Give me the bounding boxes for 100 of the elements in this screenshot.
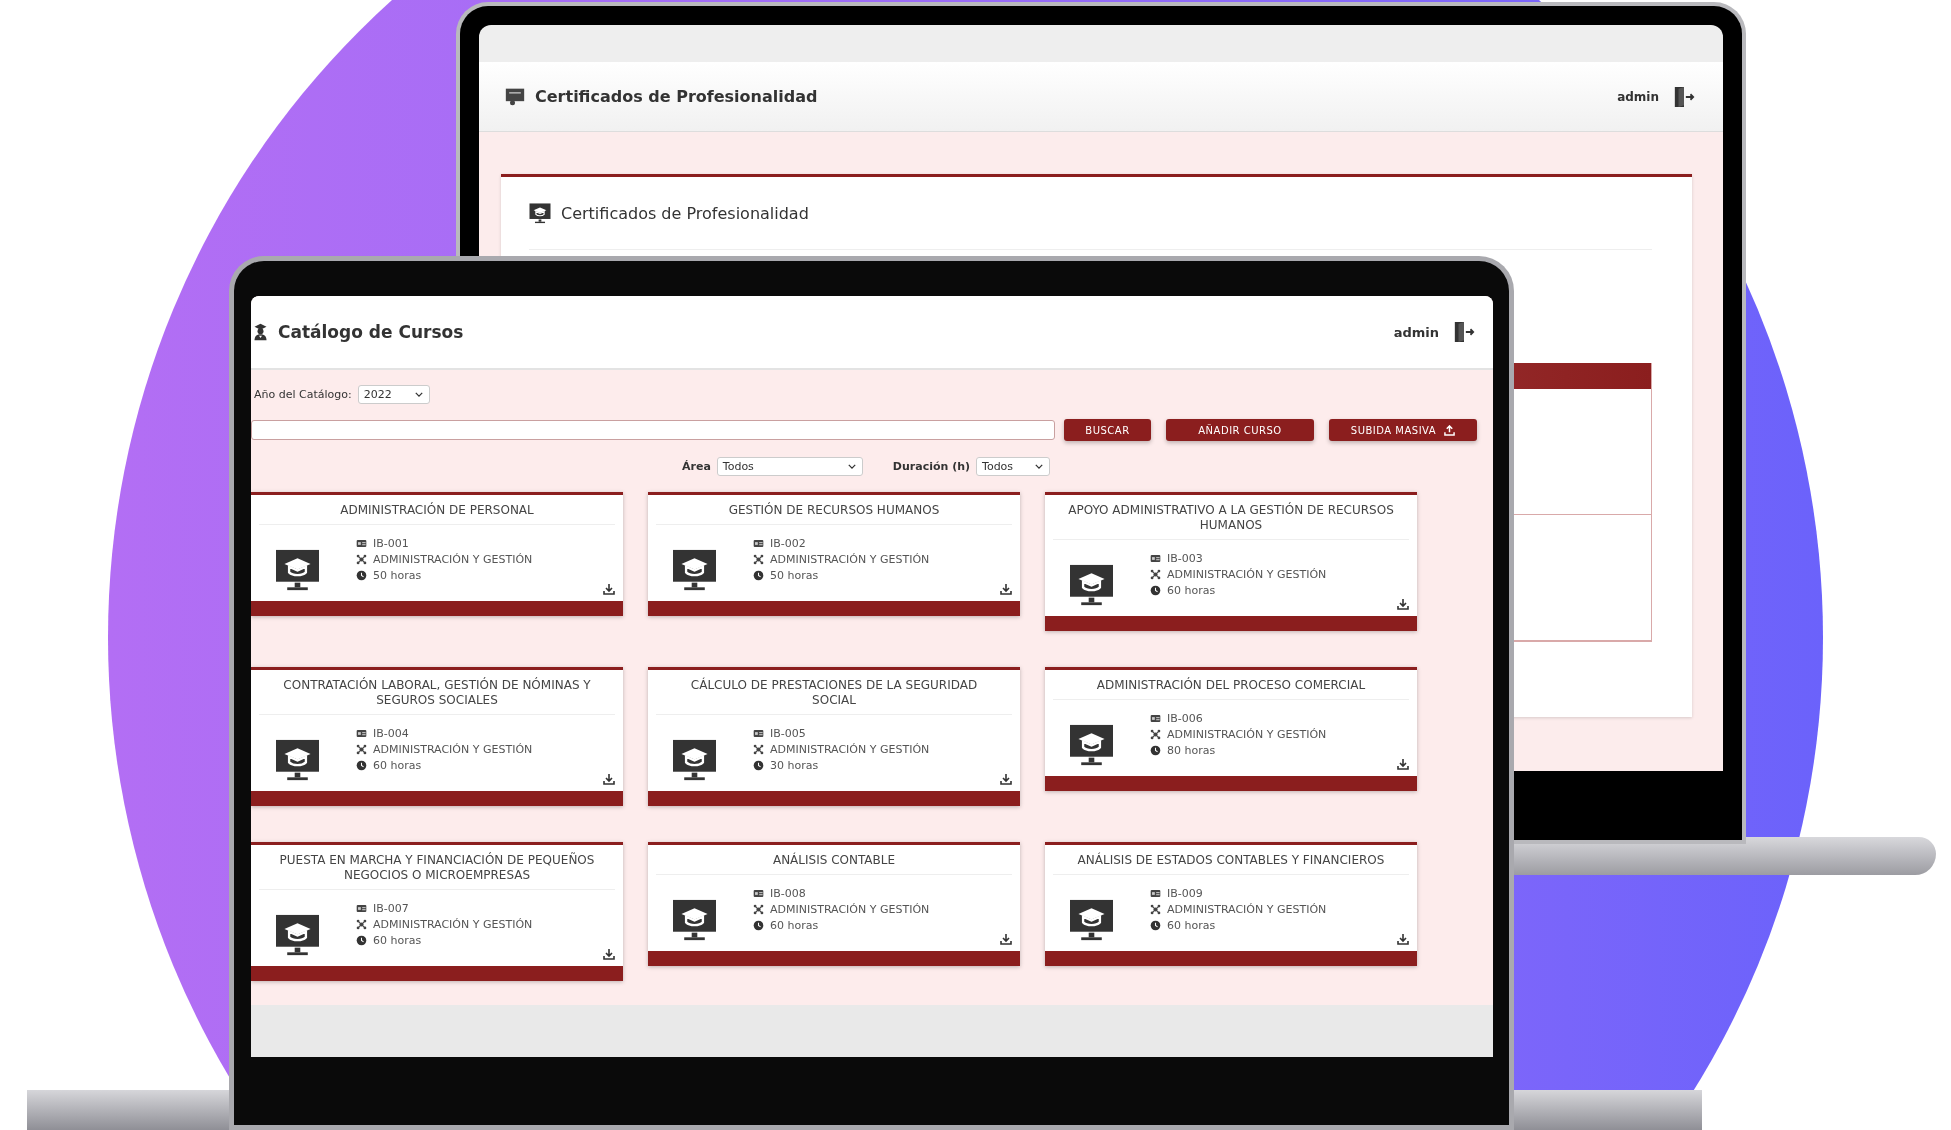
course-title: ANÁLISIS DE ESTADOS CONTABLES Y FINANCIEROS (1053, 845, 1409, 875)
network-icon (753, 743, 764, 755)
network-icon (753, 553, 764, 565)
clock-icon (1150, 584, 1161, 596)
course-area: ADMINISTRACIÓN Y GESTIÓN (770, 902, 930, 916)
download-icon[interactable] (1397, 758, 1409, 770)
course-code: IB-004 (373, 726, 409, 740)
course-card[interactable]: ADMINISTRACIÓN DE PERSONAL IB-001 ADMINISTRACIÓN Y GESTIÓN 50 horas (251, 492, 623, 616)
download-icon[interactable] (1000, 933, 1012, 945)
course-area: ADMINISTRACIÓN Y GESTIÓN (1167, 727, 1327, 741)
id-card-icon (1150, 887, 1161, 899)
course-title: APOYO ADMINISTRATIVO A LA GESTIÓN DE RECURSOS HUMANOS (1053, 495, 1409, 540)
certificate-icon (505, 86, 525, 107)
id-card-icon (1150, 552, 1161, 564)
course-code: IB-007 (373, 901, 409, 915)
year-select[interactable]: 2022 (357, 384, 430, 404)
course-duration: 30 horas (770, 758, 819, 772)
id-card-icon (356, 902, 367, 914)
course-area: ADMINISTRACIÓN Y GESTIÓN (770, 552, 930, 566)
course-code: IB-001 (373, 536, 409, 550)
course-title: ADMINISTRACIÓN DEL PROCESO COMERCIAL (1053, 670, 1409, 700)
id-card-icon (356, 537, 367, 549)
caret-icon (1035, 463, 1044, 469)
filter-select[interactable]: Todos (976, 456, 1051, 476)
course-title: ADMINISTRACIÓN DE PERSONAL (259, 495, 615, 525)
monitor-icon (529, 202, 551, 224)
user-name: admin (1393, 324, 1439, 340)
course-area: ADMINISTRACIÓN Y GESTIÓN (1167, 902, 1327, 916)
course-code: IB-006 (1167, 711, 1203, 725)
course-card[interactable]: APOYO ADMINISTRATIVO A LA GESTIÓN DE RECURSOS HUMANOS IB-003 ADMINISTRACIÓN Y GESTIÓN 60 horas (1045, 492, 1417, 631)
course-duration: 50 horas (770, 568, 819, 582)
id-card-icon (1150, 712, 1161, 724)
caret-icon (847, 463, 856, 469)
action-button[interactable]: SUBIDA MASIVA (1329, 419, 1477, 441)
exit-icon[interactable] (1453, 320, 1475, 344)
course-card[interactable]: ADMINISTRACIÓN DEL PROCESO COMERCIAL IB-006 ADMINISTRACIÓN Y GESTIÓN 80 horas (1045, 667, 1417, 791)
monitor-icon (672, 738, 717, 782)
course-duration: 60 horas (1167, 918, 1216, 932)
action-button[interactable]: BUSCAR (1064, 419, 1151, 441)
course-area: ADMINISTRACIÓN Y GESTIÓN (1167, 567, 1327, 581)
app-title: Certificados de Profesionalidad (535, 87, 818, 106)
course-code: IB-009 (1167, 886, 1203, 900)
network-icon (1150, 903, 1161, 915)
monitor-icon (275, 548, 320, 592)
download-icon[interactable] (1000, 773, 1012, 785)
course-card[interactable]: GESTIÓN DE RECURSOS HUMANOS IB-002 ADMINISTRACIÓN Y GESTIÓN 50 horas (648, 492, 1020, 616)
clock-icon (753, 569, 764, 581)
course-title: GESTIÓN DE RECURSOS HUMANOS (656, 495, 1012, 525)
id-card-icon (753, 887, 764, 899)
monitor-icon (1069, 723, 1114, 767)
year-label: Año del Catálogo: (254, 387, 352, 401)
course-area: ADMINISTRACIÓN Y GESTIÓN (373, 917, 533, 931)
monitor-icon (1069, 563, 1114, 607)
action-button[interactable]: AÑADIR CURSO (1166, 419, 1314, 441)
course-code: IB-005 (770, 726, 806, 740)
course-area: ADMINISTRACIÓN Y GESTIÓN (373, 552, 533, 566)
download-icon[interactable] (603, 948, 615, 960)
filter-select[interactable]: Todos (716, 456, 863, 476)
course-duration: 50 horas (373, 568, 422, 582)
filter-label: Duración (h) (892, 459, 971, 473)
course-card[interactable]: PUESTA EN MARCHA Y FINANCIACIÓN DE PEQUEÑOS NEGOCIOS O MICROEMPRESAS IB-007 ADMINISTRACIÓN Y GESTIÓN 60 horas (251, 842, 623, 981)
exit-icon[interactable] (1673, 84, 1695, 109)
clock-icon (356, 934, 367, 946)
course-code: IB-003 (1167, 551, 1203, 565)
course-duration: 60 horas (1167, 583, 1216, 597)
search-field[interactable] (251, 420, 1055, 440)
id-card-icon (753, 537, 764, 549)
course-duration: 80 horas (1167, 743, 1216, 757)
download-icon[interactable] (603, 583, 615, 595)
course-code: IB-002 (770, 536, 806, 550)
monitor-icon (275, 738, 320, 782)
clock-icon (753, 919, 764, 931)
course-card[interactable]: ANÁLISIS DE ESTADOS CONTABLES Y FINANCIEROS IB-009 ADMINISTRACIÓN Y GESTIÓN 60 horas (1045, 842, 1417, 966)
upload-icon (1444, 424, 1456, 436)
course-card[interactable]: CÁLCULO DE PRESTACIONES DE LA SEGURIDAD SOCIAL IB-005 ADMINISTRACIÓN Y GESTIÓN 30 horas (648, 667, 1020, 806)
network-icon (356, 918, 367, 930)
download-icon[interactable] (1000, 583, 1012, 595)
course-duration: 60 horas (373, 933, 422, 947)
panel-title: Certificados de Profesionalidad (561, 203, 809, 223)
monitor-icon (275, 913, 320, 957)
course-code: IB-008 (770, 886, 806, 900)
download-icon[interactable] (1397, 598, 1409, 610)
course-area: ADMINISTRACIÓN Y GESTIÓN (770, 742, 930, 756)
filter-label: Área (682, 459, 711, 473)
course-area: ADMINISTRACIÓN Y GESTIÓN (373, 742, 533, 756)
download-icon[interactable] (1397, 933, 1409, 945)
course-title: PUESTA EN MARCHA Y FINANCIACIÓN DE PEQUEÑOS NEGOCIOS O MICROEMPRESAS (259, 845, 615, 890)
network-icon (356, 743, 367, 755)
course-card[interactable]: ANÁLISIS CONTABLE IB-008 ADMINISTRACIÓN Y GESTIÓN 60 horas (648, 842, 1020, 966)
course-title: CONTRATACIÓN LABORAL, GESTIÓN DE NÓMINAS Y SEGUROS SOCIALES (259, 670, 615, 715)
monitor-icon (1069, 898, 1114, 942)
network-icon (1150, 568, 1161, 580)
clock-icon (356, 759, 367, 771)
course-title: CÁLCULO DE PRESTACIONES DE LA SEGURIDAD SOCIAL (656, 670, 1012, 715)
id-card-icon (753, 727, 764, 739)
download-icon[interactable] (603, 773, 615, 785)
course-card[interactable]: CONTRATACIÓN LABORAL, GESTIÓN DE NÓMINAS Y SEGUROS SOCIALES IB-004 ADMINISTRACIÓN Y GESTIÓN 60 horas (251, 667, 623, 806)
course-duration: 60 horas (770, 918, 819, 932)
monitor-icon (672, 898, 717, 942)
user-name: admin (1617, 89, 1659, 104)
